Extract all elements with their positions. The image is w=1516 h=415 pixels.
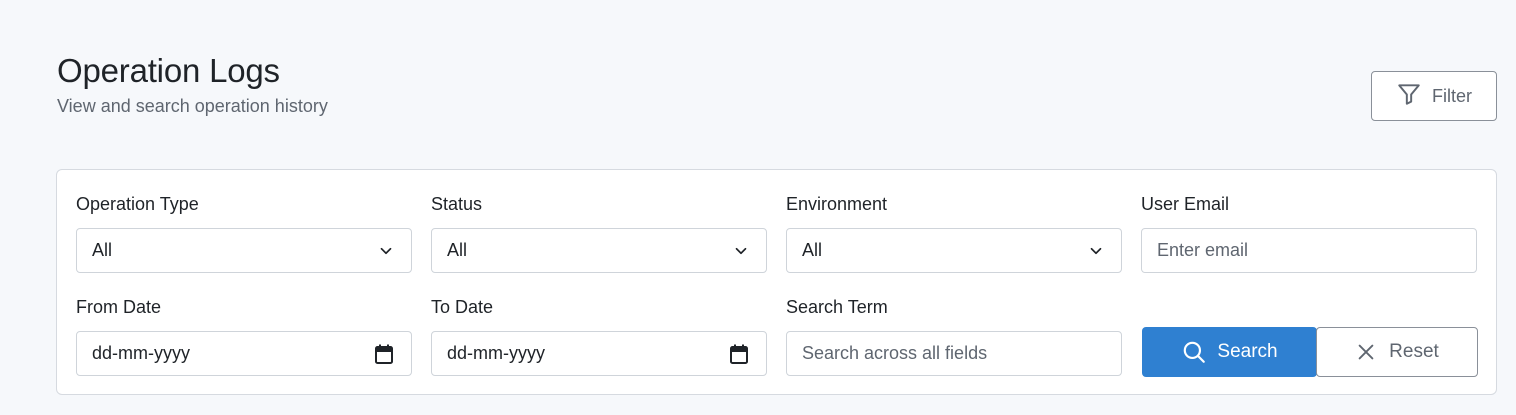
filter-button[interactable]: Filter [1371, 71, 1497, 121]
page-subtitle: View and search operation history [57, 96, 328, 116]
close-icon [1358, 344, 1374, 360]
from-date-placeholder: dd-mm-yyyy [92, 343, 190, 363]
environment-field: Environment All [786, 193, 1122, 273]
to-date-label: To Date [431, 297, 494, 317]
from-date-label: From Date [76, 297, 162, 317]
search-term-input[interactable]: Search across all fields [786, 331, 1122, 376]
user-email-placeholder: Enter email [1157, 240, 1249, 260]
user-email-field: User Email Enter email [1141, 193, 1477, 273]
reset-button-label: Reset [1389, 341, 1439, 362]
search-icon [1184, 341, 1206, 363]
chevron-down-icon [735, 247, 747, 254]
filter-icon [1396, 81, 1422, 112]
filter-button-label: Filter [1432, 85, 1472, 106]
user-email-label: User Email [1141, 194, 1230, 214]
operation-logs-page: Operation Logs View and search operation… [0, 0, 1516, 415]
environment-select[interactable]: All [786, 228, 1122, 273]
chevron-down-icon [1090, 247, 1102, 254]
page-title: Operation Logs [57, 52, 280, 89]
status-value: All [447, 240, 468, 260]
status-select[interactable]: All [431, 228, 767, 273]
user-email-input[interactable]: Enter email [1141, 228, 1477, 273]
search-term-label: Search Term [786, 297, 888, 317]
to-date-field: To Date dd-mm-yyyy [431, 296, 767, 376]
to-date-placeholder: dd-mm-yyyy [447, 343, 545, 363]
operation-type-label: Operation Type [76, 194, 199, 214]
operation-type-select[interactable]: All [76, 228, 412, 273]
from-date-field: From Date dd-mm-yyyy [76, 296, 412, 376]
calendar-icon[interactable] [375, 344, 393, 364]
chevron-down-icon [380, 247, 392, 254]
to-date-input[interactable]: dd-mm-yyyy [431, 331, 767, 376]
calendar-icon[interactable] [730, 344, 748, 364]
operation-type-value: All [92, 240, 113, 260]
status-label: Status [431, 194, 483, 214]
search-button[interactable]: Search [1142, 327, 1317, 377]
operation-type-field: Operation Type All [76, 193, 412, 273]
reset-button[interactable]: Reset [1316, 327, 1478, 377]
filter-panel: Operation Type All Status All Environmen… [56, 169, 1497, 395]
status-field: Status All [431, 193, 767, 273]
environment-value: All [802, 240, 823, 260]
search-button-label: Search [1217, 341, 1278, 362]
environment-label: Environment [786, 194, 888, 214]
search-term-placeholder: Search across all fields [802, 343, 988, 363]
search-term-field: Search Term Search across all fields [786, 296, 1122, 376]
from-date-input[interactable]: dd-mm-yyyy [76, 331, 412, 376]
